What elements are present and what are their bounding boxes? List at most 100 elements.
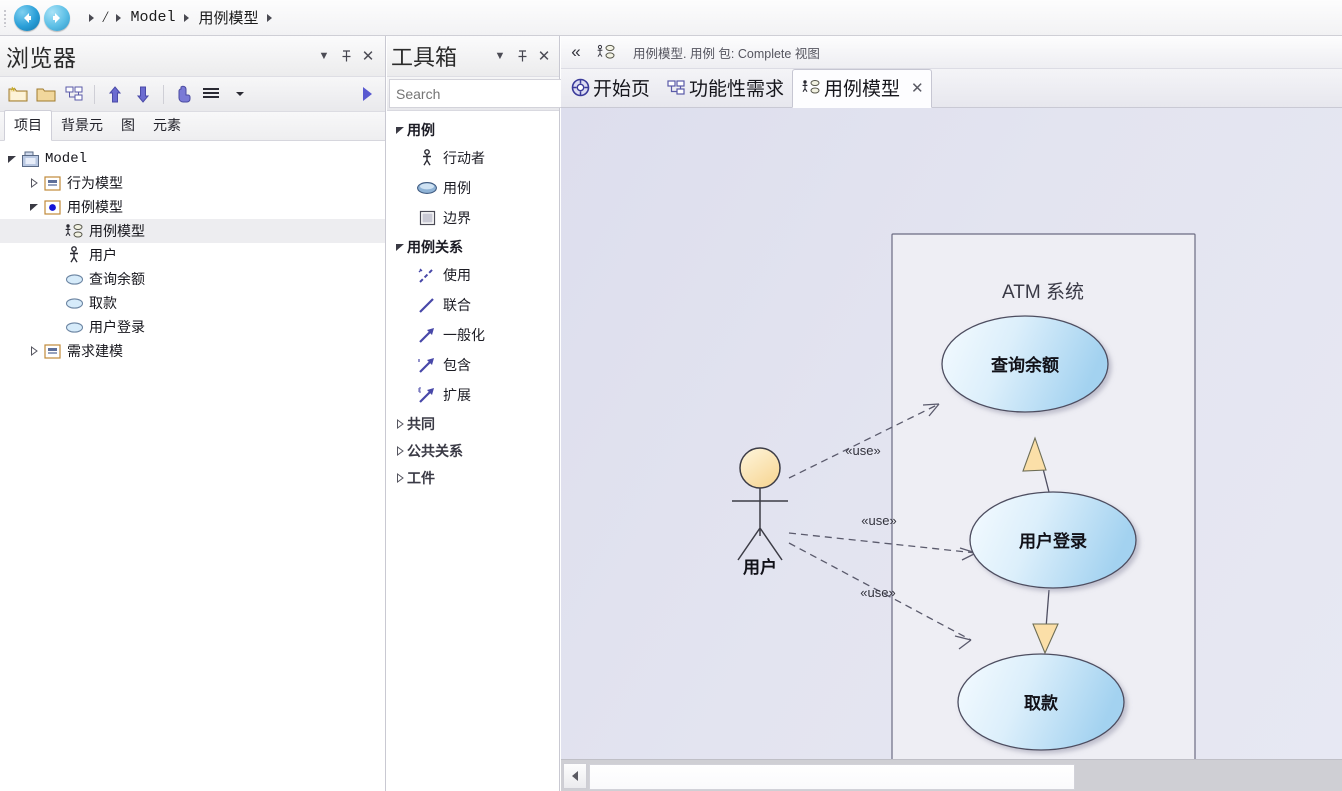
toolbox-item-一般化[interactable]: 一般化 [387,320,559,350]
hierarchy-icon[interactable] [61,81,87,107]
usecase-withdraw-label: 取款 [1024,693,1059,713]
tree-collapse-arrow-icon[interactable] [26,346,42,356]
tree-expand-arrow-icon[interactable] [4,154,20,164]
diagram-toolbar: « 用例模型. 用例 包: Complete 视图 [561,36,1342,69]
tab-element[interactable]: 元素 [144,111,190,140]
new-folder-icon[interactable] [5,81,31,107]
usecase-view-icon [43,199,61,215]
pin-icon[interactable] [335,45,357,67]
list-menu-icon[interactable] [199,81,225,107]
browser-tabs: 项目 背景元 图 元素 [0,110,385,141]
diagram-canvas[interactable]: ATM 系统 查询余额 用户登录 取款 用户 «use» «use» «use» [561,108,1342,759]
start-page-icon [571,78,590,97]
diagram-tab-label: 开始页 [593,79,651,100]
tree-collapse-arrow-icon[interactable] [393,472,407,483]
open-folder-icon[interactable] [33,81,59,107]
stereotype-use-3: «use» [860,585,895,600]
tree-collapse-arrow-icon[interactable] [26,178,42,188]
search-input[interactable] [394,84,579,103]
ellipse-icon [64,321,84,334]
tab-diagram[interactable]: 图 [112,111,144,140]
close-icon[interactable]: ✕ [357,45,379,67]
horizontal-scrollbar[interactable] [561,759,1342,791]
toolbox-item-行动者[interactable]: 行动者 [387,143,559,173]
scrollbar-thumb[interactable] [589,763,1075,790]
scrollbar-track[interactable] [587,763,1342,790]
toolbox-group-用例关系[interactable]: 用例关系 [387,233,559,260]
tab-items[interactable]: 项目 [4,110,52,141]
toolbox-group-公共关系[interactable]: 公共关系 [387,437,559,464]
tree-item-7[interactable]: 用户登录 [0,315,385,339]
toolbox-group-共同[interactable]: 共同 [387,410,559,437]
chevron-right-icon [267,13,273,22]
scroll-left-button[interactable] [563,762,587,789]
actor-icon [415,149,439,167]
tree-item-0[interactable]: Model [0,147,385,171]
toolbox-item-联合[interactable]: 联合 [387,290,559,320]
arrow-left-circle-icon [19,10,35,26]
close-tab-icon[interactable]: ✕ [911,79,924,97]
tree-item-5[interactable]: 查询余额 [0,267,385,291]
model-tree[interactable]: Model 行为模型 用例模型 用例模型 用户 查询余额 取款 用户登录 需求建模 [0,141,385,363]
forward-button[interactable] [44,4,70,31]
pin-icon[interactable] [511,45,533,67]
chevron-right-icon [184,13,190,22]
tree-item-1[interactable]: 行为模型 [0,171,385,195]
dropdown-icon[interactable]: ▼ [489,45,511,67]
tree-expand-arrow-icon[interactable] [393,125,407,135]
tab-label: 项目 [14,117,42,133]
diagram-tab-用例模型[interactable]: 用例模型 ✕ [792,69,932,108]
tab-context[interactable]: 背景元 [52,111,112,140]
tree-expand-arrow-icon[interactable] [393,242,407,252]
view-icon [42,175,62,191]
collapse-panel-button[interactable]: « [561,42,591,62]
tree-item-label: 用户 [89,247,117,263]
tab-label: 背景元 [61,117,103,133]
toolbox-group-label: 用例关系 [407,238,463,255]
extend-arrow-icon [418,387,434,403]
toolbox-group-工件[interactable]: 工件 [387,464,559,491]
usecase-ellipse-icon [415,181,439,195]
browser-panel-header: 浏览器 ▼ ✕ [0,36,385,77]
tree-expand-arrow-icon[interactable] [26,202,42,212]
tree-collapse-arrow-icon[interactable] [393,445,407,456]
toolbar-gripper[interactable] [0,0,10,36]
toolbox-group-label: 工件 [407,469,435,486]
back-button[interactable] [14,4,40,31]
breadcrumb-item-root[interactable]: / [103,9,107,27]
view-icon [43,343,61,359]
use-arrow-icon [418,268,434,283]
toolbox-item-包含[interactable]: 包含 [387,350,559,380]
expand-arrow-icon[interactable] [354,81,380,107]
diagram-tab-开始页[interactable]: 开始页 [563,70,658,107]
usecase-diagram-icon [801,79,821,96]
tree-item-8[interactable]: 需求建模 [0,339,385,363]
tree-item-4[interactable]: 用户 [0,243,385,267]
hierarchy-icon [666,79,686,97]
chevron-down-icon[interactable] [227,81,253,107]
include-arrow-icon [415,356,439,374]
dropdown-icon[interactable]: ▼ [313,45,335,67]
toolbox-item-使用[interactable]: 使用 [387,260,559,290]
tree-item-6[interactable]: 取款 [0,291,385,315]
usecase-query-balance-label: 查询余额 [990,355,1059,375]
tree-collapse-arrow-icon[interactable] [393,418,407,429]
move-up-icon[interactable] [102,81,128,107]
toolbox-item-用例[interactable]: 用例 [387,173,559,203]
click-hand-icon[interactable] [171,81,197,107]
toolbox-item-label: 联合 [443,297,471,313]
toolbox-item-扩展[interactable]: 扩展 [387,380,559,410]
toolbar-separator [163,84,164,104]
tree-item-2[interactable]: 用例模型 [0,195,385,219]
move-down-icon[interactable] [130,81,156,107]
breadcrumb-item-usecase-model[interactable]: 用例模型 [198,7,258,28]
usecase-diagram-icon [802,80,820,94]
diagram-tab-功能性需求[interactable]: 功能性需求 [658,70,792,107]
close-icon[interactable]: ✕ [533,45,555,67]
breadcrumb-item-model[interactable]: Model [130,9,175,26]
tree-item-3[interactable]: 用例模型 [0,219,385,243]
actor-user[interactable] [732,447,788,561]
toolbox-item-边界[interactable]: 边界 [387,203,559,233]
toolbox-group-用例[interactable]: 用例 [387,116,559,143]
ellipse-icon [65,321,83,333]
